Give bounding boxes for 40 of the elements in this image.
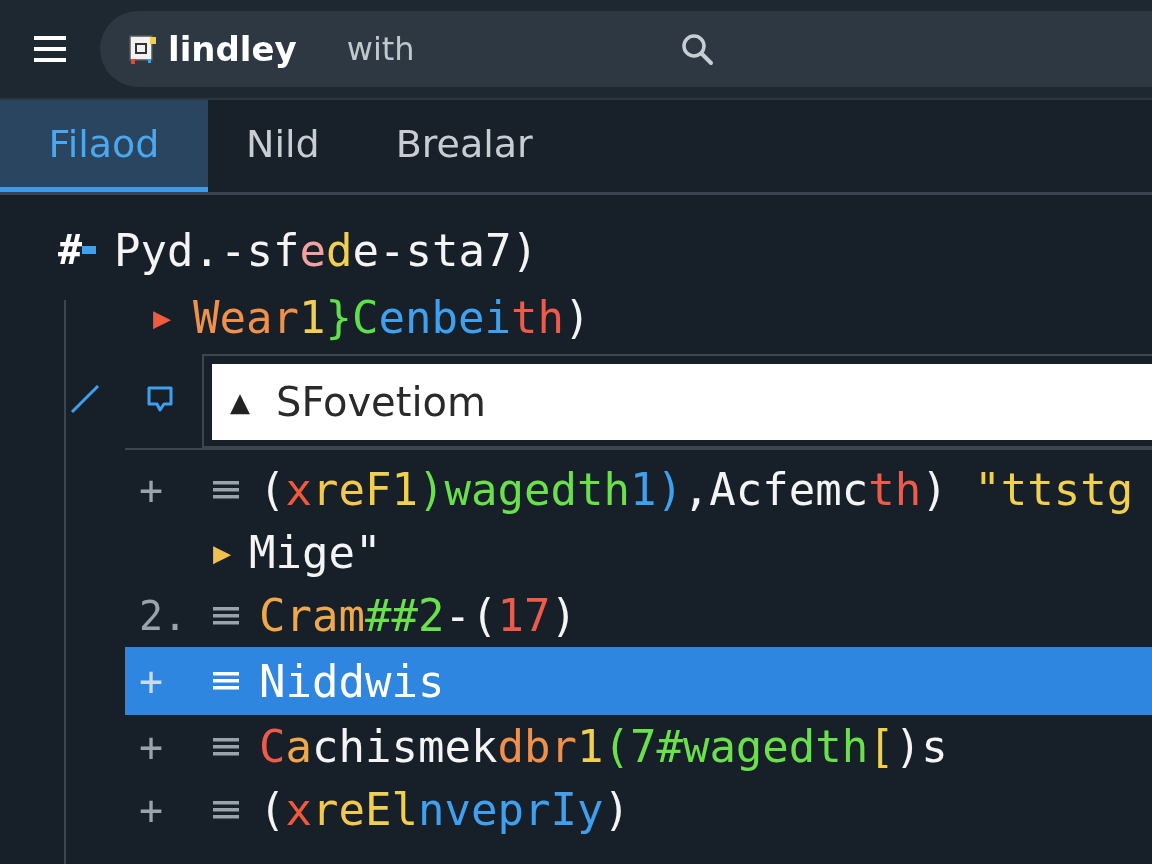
input-field[interactable]: ▲ SFovetiom [212, 364, 1152, 440]
gutter-mark: + [139, 786, 165, 833]
gutter-mark: + [139, 723, 165, 770]
code-line: (x reElnveprIy) [259, 784, 630, 835]
dash-icon [82, 246, 97, 254]
list-icon [213, 605, 239, 626]
code-line: Pyd.-sfede-sta7) [114, 224, 538, 276]
arrow-marker[interactable]: ▶ [153, 300, 172, 335]
code-line: Wear1}Cenbeith) [193, 292, 591, 343]
speech-bubble-icon[interactable] [146, 385, 174, 413]
logo-icon [128, 33, 158, 65]
search-text: with [346, 30, 415, 68]
brand-name: lindley [168, 29, 297, 69]
code-line: Niddwis [259, 655, 445, 707]
tab[interactable]: Brealar [357, 100, 571, 192]
list-icon [213, 479, 239, 500]
arrow-marker[interactable]: ▶ [213, 535, 232, 570]
list-icon [213, 799, 239, 820]
search-icon[interactable] [679, 32, 714, 66]
list-icon [213, 671, 239, 691]
list-row[interactable]: + Cachismekdbr1(7#wagedth[)s [125, 715, 1152, 778]
list-row[interactable]: 2. Cram##2-(17) [125, 584, 1152, 647]
tab[interactable]: Nild [208, 100, 358, 192]
list-row[interactable]: + Niddwis [125, 647, 1152, 715]
code-line: Cachismekdbr1(7#wagedth[)s [259, 721, 948, 772]
list-icon [213, 736, 239, 757]
gutter-mark: + [139, 658, 165, 704]
slash-icon [70, 384, 100, 414]
code-line: Cram##2-(17) [259, 590, 577, 641]
code-line: (x reF1)wagedth 1),Acfemcth) "ttstg [259, 464, 1134, 515]
gutter-mark: + [139, 466, 165, 513]
hash-mark: # [58, 227, 83, 273]
menu-icon[interactable] [34, 34, 66, 64]
list-row[interactable]: + (x reF1)wagedth 1),Acfemcth) "ttstg [125, 458, 1152, 521]
list-row[interactable]: + (x reElnveprIy) [125, 778, 1152, 841]
list-row[interactable]: ▶ Mige" [125, 521, 1152, 584]
code-line: Mige" [249, 527, 382, 578]
gutter-mark: 2. [139, 592, 189, 639]
tab[interactable]: Filaod [0, 100, 208, 192]
search-bar[interactable]: lindley with [100, 11, 1152, 87]
